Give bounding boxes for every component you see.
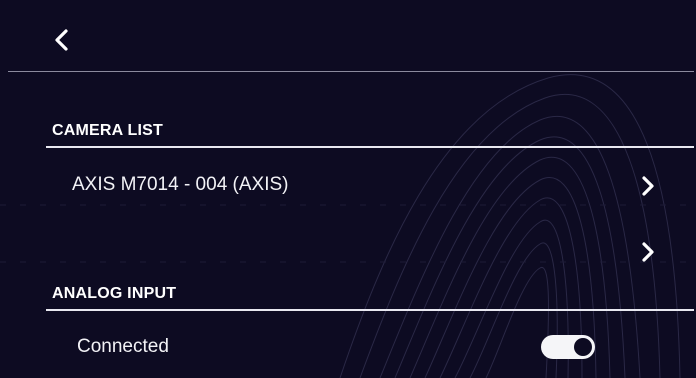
analog-input-header: ANALOG INPUT	[52, 285, 177, 302]
analog-input-divider	[46, 309, 694, 311]
back-button[interactable]	[44, 22, 80, 58]
top-bar	[8, 0, 694, 72]
chevron-right-icon	[642, 176, 654, 196]
camera-settings-screen: CAMERA LIST AXIS M7014 - 004 (AXIS) ANAL…	[0, 0, 696, 378]
camera-list-item-axis[interactable]: AXIS M7014 - 004 (AXIS)	[46, 156, 666, 214]
chevron-left-icon	[55, 29, 68, 51]
camera-list-divider	[46, 146, 694, 148]
camera-name-label: AXIS M7014 - 004 (AXIS)	[72, 174, 289, 195]
connected-label: Connected	[77, 336, 169, 357]
camera-list-header: CAMERA LIST	[52, 122, 163, 139]
connected-toggle[interactable]	[541, 335, 595, 359]
camera-list-item-empty[interactable]	[46, 222, 666, 280]
chevron-right-icon	[642, 242, 654, 262]
toggle-knob	[574, 338, 592, 356]
